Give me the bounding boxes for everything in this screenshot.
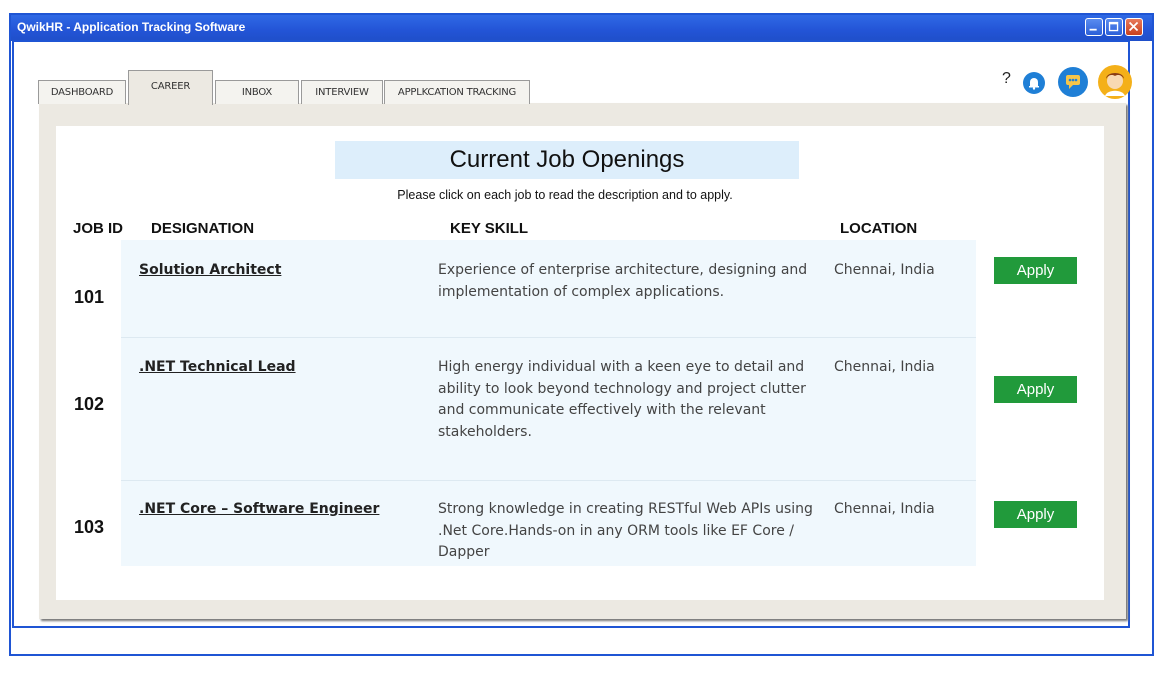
job-link-net-core-software-engineer[interactable]: .NET Core – Software Engineer: [139, 501, 379, 517]
job-link-net-technical-lead[interactable]: .NET Technical Lead: [139, 359, 296, 375]
close-button[interactable]: [1125, 18, 1143, 36]
apply-button[interactable]: Apply: [994, 257, 1077, 284]
page-subtitle: Please click on each job to read the des…: [397, 188, 733, 202]
notification-bell-icon[interactable]: [1021, 70, 1047, 96]
user-avatar-icon[interactable]: [1097, 64, 1133, 100]
job-id: 103: [74, 517, 105, 537]
row-divider: [121, 480, 976, 481]
job-id: 101: [74, 287, 105, 307]
apply-button[interactable]: Apply: [994, 501, 1077, 528]
apply-button[interactable]: Apply: [994, 376, 1077, 403]
page-title: Current Job Openings: [449, 146, 685, 173]
job-location: Chennai, India: [834, 262, 935, 278]
column-header-key-skill: KEY SKILL: [450, 220, 529, 237]
column-header-designation: DESIGNATION: [151, 220, 255, 237]
title-bar: QwikHR - Application Tracking Software: [11, 15, 1152, 41]
tab-application-tracking[interactable]: APPLKCATION TRACKING: [384, 80, 530, 104]
job-skill: Experience of enterprise architecture, d…: [438, 262, 808, 300]
help-icon[interactable]: ?: [1002, 70, 1011, 88]
messages-icon[interactable]: [1057, 66, 1089, 98]
job-location: Chennai, India: [834, 359, 935, 375]
tab-interview[interactable]: INTERVIEW: [301, 80, 383, 104]
column-header-job-id: JOB ID: [73, 220, 124, 237]
maximize-button[interactable]: [1105, 18, 1123, 36]
tab-career[interactable]: CAREER: [128, 70, 213, 105]
close-icon: [1128, 21, 1139, 32]
job-id: 102: [74, 394, 105, 414]
maximize-icon: [1108, 21, 1119, 32]
tab-dashboard[interactable]: DASHBOARD: [38, 80, 126, 104]
heading-box: Current Job Openings: [335, 141, 799, 179]
tab-inbox[interactable]: INBOX: [215, 80, 299, 104]
row-divider: [121, 337, 976, 338]
column-header-location: LOCATION: [840, 220, 918, 237]
job-skill: High energy individual with a keen eye t…: [438, 359, 806, 440]
job-link-solution-architect[interactable]: Solution Architect: [139, 262, 281, 278]
job-skill: Strong knowledge in creating RESTful Web…: [438, 501, 813, 560]
minimize-button[interactable]: [1085, 18, 1103, 36]
window-title: QwikHR - Application Tracking Software: [17, 20, 246, 34]
job-location: Chennai, India: [834, 501, 935, 517]
minimize-icon: [1089, 28, 1097, 31]
